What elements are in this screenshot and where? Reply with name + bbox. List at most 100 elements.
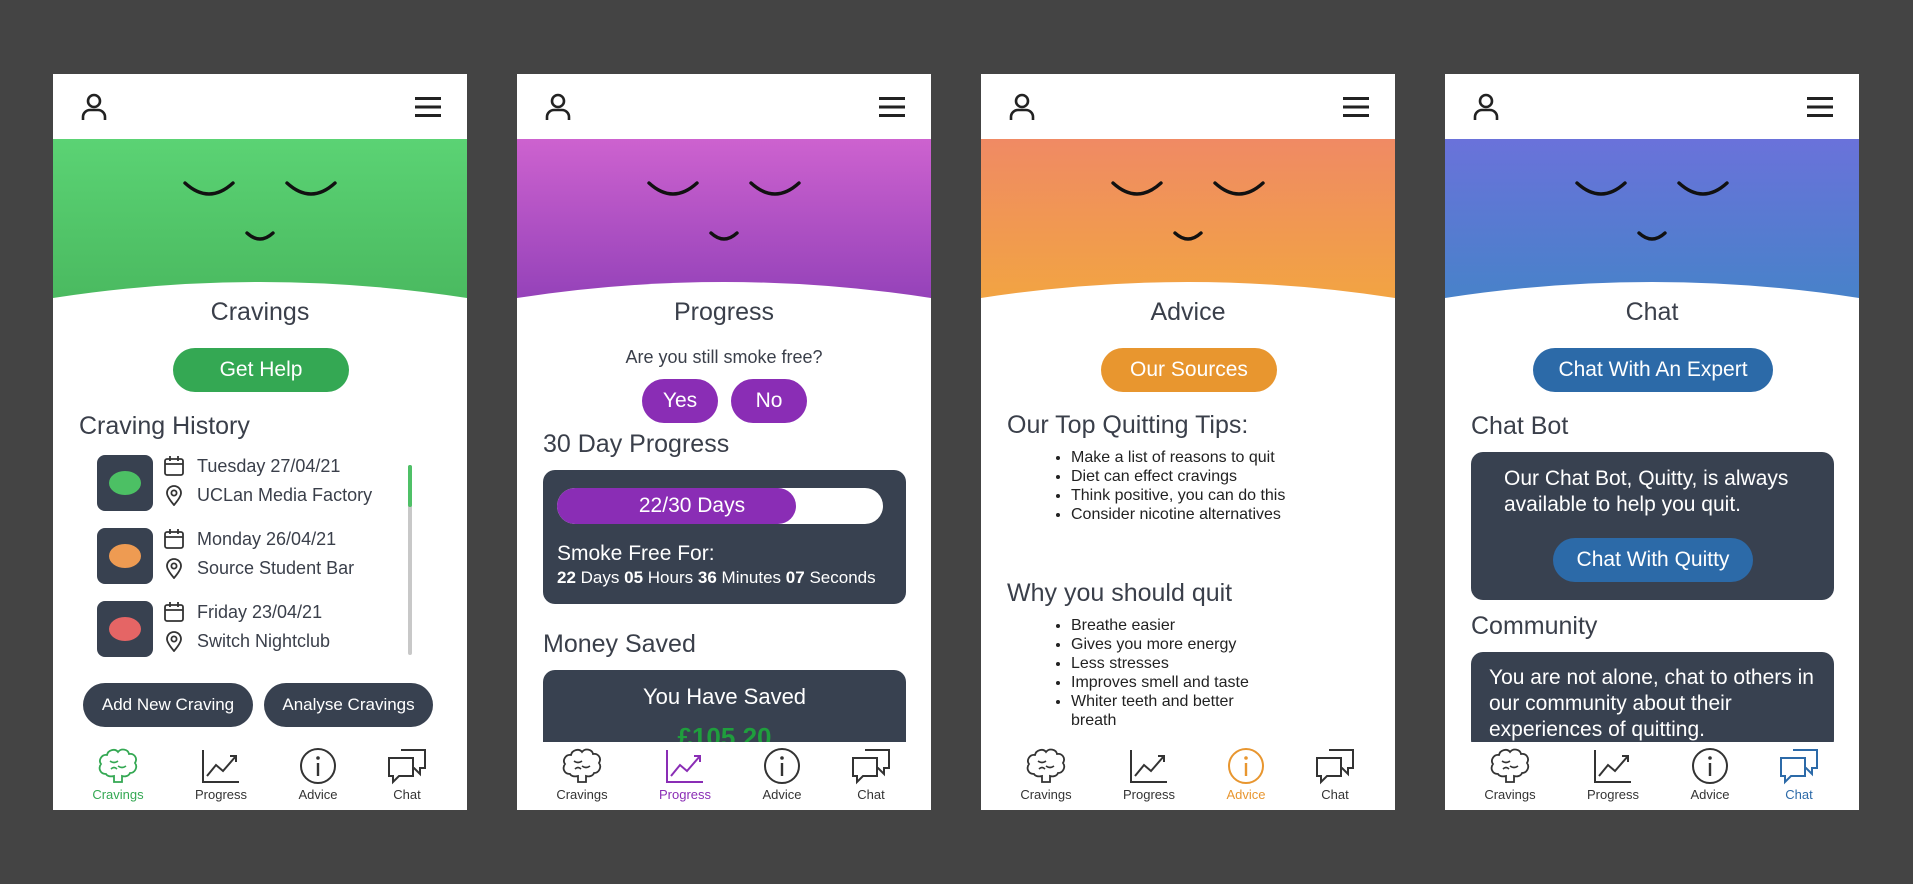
no-button[interactable]: No <box>731 379 807 423</box>
craving-history-list: Tuesday 27/04/21 UCLan Media Factory Mon… <box>97 455 427 665</box>
craving-location: UCLan Media Factory <box>197 485 373 505</box>
nav-label: Progress <box>1122 787 1176 802</box>
list-item: Whiter teeth and better breath <box>1071 692 1273 730</box>
community-heading: Community <box>1471 612 1598 640</box>
nav-chat[interactable]: Chat <box>831 746 911 802</box>
list-item: Consider nicotine alternatives <box>1071 505 1303 524</box>
user-icon[interactable] <box>543 92 573 122</box>
page-title: Advice <box>1150 298 1226 326</box>
nav-progress[interactable]: Progress <box>181 746 261 802</box>
nav-label: Cravings <box>92 787 144 802</box>
list-item: Less stresses <box>1071 654 1273 673</box>
our-sources-button[interactable]: Our Sources <box>1101 348 1277 392</box>
tips-list: Make a list of reasons to quit Diet can … <box>1053 448 1303 524</box>
yes-button[interactable]: Yes <box>642 379 718 423</box>
nav-cravings[interactable]: Cravings <box>542 746 622 802</box>
user-icon[interactable] <box>1007 92 1037 122</box>
nav-label: Chat <box>1321 787 1349 802</box>
list-item[interactable]: Friday 23/04/21 Switch Nightclub <box>97 601 397 661</box>
mood-face-icon <box>109 544 141 568</box>
nav-label: Progress <box>658 787 712 802</box>
saved-label: You Have Saved <box>642 684 807 709</box>
chart-icon <box>1594 750 1631 783</box>
nav-advice[interactable]: Advice <box>278 746 358 802</box>
list-item: Gives you more energy <box>1071 635 1273 654</box>
progress-label: 22/30 Days <box>638 494 746 517</box>
chat-icon <box>852 749 890 785</box>
chat-with-quitty-button[interactable]: Chat With Quitty <box>1553 538 1753 582</box>
craving-date: Friday 23/04/21 <box>197 602 323 622</box>
community-text: You are not alone, chat to others in our… <box>1489 666 1814 741</box>
smoke-free-question: Are you still smoke free? <box>625 347 823 367</box>
nav-cravings[interactable]: Cravings <box>78 746 158 802</box>
brain-icon <box>1490 748 1530 783</box>
nav-progress[interactable]: Progress <box>1109 746 1189 802</box>
menu-icon[interactable] <box>1341 94 1371 120</box>
location-icon <box>166 631 182 652</box>
user-icon[interactable] <box>1471 92 1501 122</box>
nav-progress[interactable]: Progress <box>1573 746 1653 802</box>
nav-label: Advice <box>1690 787 1730 802</box>
nav-chat[interactable]: Chat <box>1295 746 1375 802</box>
nav-cravings[interactable]: Cravings <box>1006 746 1086 802</box>
nav-label: Progress <box>194 787 248 802</box>
nav-label: Chat <box>393 787 421 802</box>
progress-screen: Progress Are you still smoke free? Yes N… <box>517 74 931 810</box>
scrollbar-thumb[interactable] <box>408 465 412 507</box>
community-card[interactable]: You are not alone, chat to others in our… <box>1471 652 1834 752</box>
list-item[interactable]: Tuesday 27/04/21 UCLan Media Factory <box>97 455 397 515</box>
bottom-nav: Cravings Progress Advice Chat <box>53 742 467 810</box>
top-bar <box>53 74 467 139</box>
chat-icon <box>1780 749 1818 785</box>
brain-icon <box>98 748 138 783</box>
top-bar <box>981 74 1395 139</box>
nav-advice[interactable]: Advice <box>1670 746 1750 802</box>
analyse-cravings-button[interactable]: Analyse Cravings <box>264 683 433 727</box>
chat-screen: Chat Chat With An Expert Chat Bot Our Ch… <box>1445 74 1859 810</box>
brain-icon <box>562 748 602 783</box>
chat-bot-text: Our Chat Bot, Quitty, is always availabl… <box>1504 467 1789 516</box>
page-title: Progress <box>673 298 775 326</box>
chat-with-expert-button[interactable]: Chat With An Expert <box>1533 348 1773 392</box>
nav-cravings[interactable]: Cravings <box>1470 746 1550 802</box>
chart-icon <box>1130 750 1167 783</box>
calendar-icon <box>164 602 184 622</box>
menu-icon[interactable] <box>413 94 443 120</box>
nav-label: Advice <box>1226 787 1266 802</box>
nav-label: Progress <box>1586 787 1640 802</box>
calendar-icon <box>164 456 184 476</box>
mood-face-icon <box>109 471 141 495</box>
nav-advice[interactable]: Advice <box>742 746 822 802</box>
bottom-nav: Cravings Progress Advice Chat <box>981 742 1395 810</box>
info-icon <box>764 748 800 784</box>
progress-bar: 22/30 Days <box>557 488 883 524</box>
nav-chat[interactable]: Chat <box>1759 746 1839 802</box>
top-bar <box>1445 74 1859 139</box>
brain-icon <box>1026 748 1066 783</box>
mood-face-icon <box>109 617 141 641</box>
info-icon <box>300 748 336 784</box>
progress-card: 22/30 Days Smoke Free For: 22 Days 05 Ho… <box>543 470 906 604</box>
nav-label: Cravings <box>1020 787 1072 802</box>
menu-icon[interactable] <box>877 94 907 120</box>
nav-chat[interactable]: Chat <box>367 746 447 802</box>
craving-location: Source Student Bar <box>197 558 355 578</box>
avatar <box>97 601 153 657</box>
nav-advice[interactable]: Advice <box>1206 746 1286 802</box>
get-help-button[interactable]: Get Help <box>173 348 349 392</box>
tips-heading: Our Top Quitting Tips: <box>1007 411 1249 439</box>
craving-location: Switch Nightclub <box>197 631 331 651</box>
menu-icon[interactable] <box>1805 94 1835 120</box>
nav-label: Advice <box>762 787 802 802</box>
reasons-list: Breathe easier Gives you more energy Les… <box>1053 616 1273 730</box>
page-title: Cravings <box>210 298 310 326</box>
list-item[interactable]: Monday 26/04/21 Source Student Bar <box>97 528 397 588</box>
craving-date: Monday 26/04/21 <box>197 529 337 549</box>
nav-progress[interactable]: Progress <box>645 746 725 802</box>
add-new-craving-button[interactable]: Add New Craving <box>83 683 253 727</box>
user-icon[interactable] <box>79 92 109 122</box>
advice-screen: Advice Our Sources Our Top Quitting Tips… <box>981 74 1395 810</box>
list-item: Improves smell and taste <box>1071 673 1273 692</box>
craving-date: Tuesday 27/04/21 <box>197 456 341 476</box>
avatar <box>97 528 153 584</box>
